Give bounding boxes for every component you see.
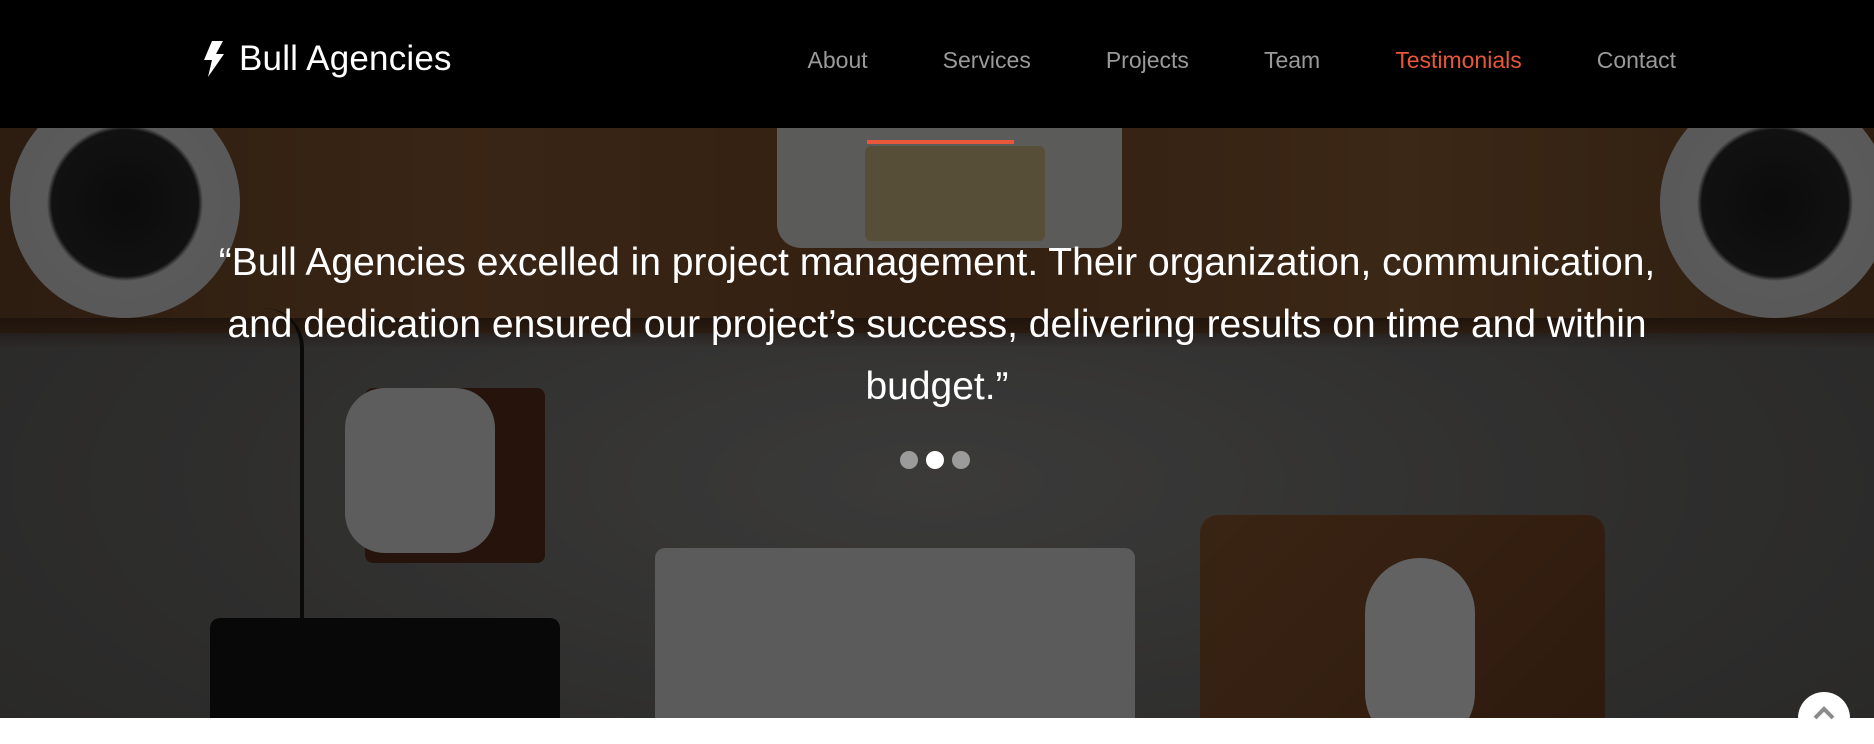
- scroll-to-top-button[interactable]: [1798, 692, 1850, 744]
- nav-item-contact[interactable]: Contact: [1597, 47, 1676, 74]
- slider-dot-2[interactable]: [926, 451, 944, 469]
- testimonial-quote: “Bull Agencies excelled in project manag…: [218, 241, 1656, 408]
- slider-pagination: [900, 451, 970, 471]
- nav-item-team[interactable]: Team: [1264, 47, 1320, 74]
- nav-item-testimonials[interactable]: Testimonials: [1395, 47, 1522, 74]
- slider-dot-3[interactable]: [952, 451, 970, 469]
- brand-name: Bull Agencies: [239, 39, 452, 78]
- nav-item-services[interactable]: Services: [943, 47, 1031, 74]
- main-nav: About Services Projects Team Testimonial…: [808, 44, 1676, 76]
- nav-item-projects[interactable]: Projects: [1106, 47, 1189, 74]
- slider-dot-1[interactable]: [900, 451, 918, 469]
- section-accent-bar: [867, 140, 1014, 144]
- dark-overlay: [0, 128, 1874, 718]
- testimonials-hero: [0, 128, 1874, 718]
- chevron-up-icon: [1813, 706, 1835, 720]
- nav-item-about[interactable]: About: [808, 47, 868, 74]
- site-header: Bull Agencies About Services Projects Te…: [0, 0, 1874, 128]
- lightning-bolt-icon: [204, 41, 224, 77]
- brand-logo-link[interactable]: Bull Agencies: [203, 36, 452, 82]
